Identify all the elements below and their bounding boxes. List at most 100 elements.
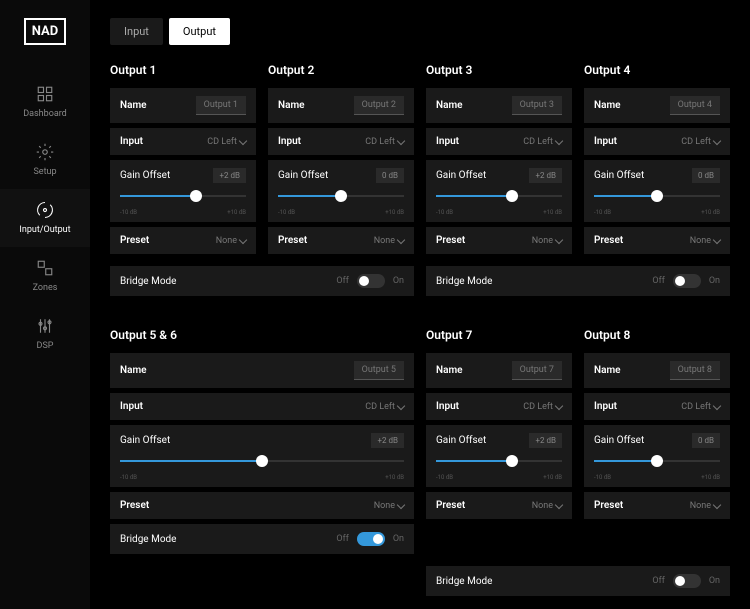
output-card: Output 7 Name Output 7 Input CD Left Gai… [426, 328, 572, 554]
tick-max: +10 dB [227, 209, 246, 216]
field-label: Preset [120, 235, 149, 246]
input-row: Input CD Left [426, 128, 572, 155]
name-row: Name Output 7 [426, 353, 572, 388]
field-label: Preset [436, 500, 465, 511]
nav-setup[interactable]: Setup [0, 131, 90, 189]
slider-thumb[interactable] [651, 455, 663, 467]
output-card: Output 4 Name Output 4 Input CD Left Gai… [584, 63, 730, 254]
preset-row: Preset None [110, 492, 414, 519]
field-label: Preset [120, 500, 149, 511]
nav-io[interactable]: Input/Output [0, 189, 90, 247]
tab-input[interactable]: Input [110, 18, 163, 45]
tick-max: +10 dB [701, 474, 720, 481]
name-input[interactable]: Output 5 [354, 361, 404, 380]
chevron-down-icon [555, 235, 563, 243]
name-input[interactable]: Output 4 [670, 96, 720, 115]
card-title: Output 7 [426, 328, 572, 342]
tick-max: +10 dB [385, 209, 404, 216]
gain-row: Gain Offset 0 dB -10 dB+10 dB [584, 425, 730, 487]
preset-row: Preset None [584, 227, 730, 254]
name-row: Name Output 8 [584, 353, 730, 388]
gain-row: Gain Offset 0 dB -10 dB+10 dB [584, 160, 730, 222]
name-input[interactable]: Output 7 [512, 361, 562, 380]
gain-slider[interactable] [278, 189, 404, 203]
preset-select[interactable]: None [374, 236, 404, 246]
tick-max: +10 dB [543, 474, 562, 481]
bridge-toggle[interactable] [357, 532, 385, 546]
toggle-off-label: Off [336, 534, 348, 544]
gain-slider[interactable] [436, 454, 562, 468]
sidebar: NAD Dashboard Setup Input/Output Zones D… [0, 0, 90, 609]
gain-slider[interactable] [436, 189, 562, 203]
nav-dsp[interactable]: DSP [0, 305, 90, 363]
tab-output[interactable]: Output [169, 18, 230, 45]
nav-dashboard[interactable]: Dashboard [0, 73, 90, 131]
input-row: Input CD Left [110, 393, 414, 420]
input-select[interactable]: CD Left [523, 137, 562, 147]
slider-thumb[interactable] [651, 190, 663, 202]
preset-select[interactable]: None [374, 501, 404, 511]
preset-select[interactable]: None [690, 236, 720, 246]
field-label: Gain Offset [594, 170, 644, 181]
card-title: Output 8 [584, 328, 730, 342]
bridge-toggle[interactable] [357, 274, 385, 288]
nav-label: Setup [33, 167, 56, 177]
gain-row: Gain Offset +2 dB -10 dB+10 dB [110, 425, 414, 487]
field-label: Input [120, 401, 143, 412]
name-input[interactable]: Output 2 [354, 96, 404, 115]
chevron-down-icon [397, 500, 405, 508]
bridge-row: Bridge Mode Off On [110, 524, 414, 554]
tick-max: +10 dB [701, 209, 720, 216]
chevron-down-icon [239, 136, 247, 144]
nav-zones[interactable]: Zones [0, 247, 90, 305]
name-input[interactable]: Output 8 [670, 361, 720, 380]
toggle-on-label: On [393, 534, 404, 544]
slider-thumb[interactable] [506, 455, 518, 467]
input-select[interactable]: CD Left [681, 137, 720, 147]
tick-min: -10 dB [594, 209, 611, 216]
chevron-down-icon [239, 235, 247, 243]
name-input[interactable]: Output 1 [196, 96, 246, 115]
bridge-row: Bridge Mode Off On [426, 566, 730, 596]
input-select[interactable]: CD Left [681, 402, 720, 412]
name-input[interactable]: Output 3 [512, 96, 562, 115]
chevron-down-icon [397, 235, 405, 243]
input-select[interactable]: CD Left [365, 137, 404, 147]
field-label: Gain Offset [436, 170, 486, 181]
gain-row: Gain Offset +2 dB -10 dB+10 dB [110, 160, 256, 222]
preset-select[interactable]: None [690, 501, 720, 511]
field-label: Input [594, 136, 617, 147]
chevron-down-icon [713, 401, 721, 409]
zones-icon [36, 259, 54, 277]
slider-thumb[interactable] [190, 190, 202, 202]
gain-slider[interactable] [120, 189, 246, 203]
sliders-icon [36, 317, 54, 335]
gain-slider[interactable] [120, 454, 404, 468]
preset-row: Preset None [110, 227, 256, 254]
card-title: Output 1 [110, 63, 256, 77]
bridge-toggle[interactable] [673, 574, 701, 588]
gain-slider[interactable] [594, 454, 720, 468]
input-select[interactable]: CD Left [207, 137, 246, 147]
tick-min: -10 dB [436, 474, 453, 481]
gain-row: Gain Offset 0 dB -10 dB+10 dB [268, 160, 414, 222]
field-label: Name [120, 100, 147, 111]
input-select[interactable]: CD Left [365, 402, 404, 412]
slider-thumb[interactable] [335, 190, 347, 202]
preset-select[interactable]: None [532, 236, 562, 246]
bridge-toggle[interactable] [673, 274, 701, 288]
card-title: Output 4 [584, 63, 730, 77]
preset-select[interactable]: None [216, 236, 246, 246]
gain-slider[interactable] [594, 189, 720, 203]
chevron-down-icon [555, 401, 563, 409]
slider-thumb[interactable] [256, 455, 268, 467]
gain-value: +2 dB [529, 168, 562, 183]
name-row: Name Output 2 [268, 88, 414, 123]
preset-select[interactable]: None [532, 501, 562, 511]
input-row: Input CD Left [426, 393, 572, 420]
field-label: Preset [594, 235, 623, 246]
slider-thumb[interactable] [506, 190, 518, 202]
field-label: Bridge Mode [436, 276, 492, 287]
preset-row: Preset None [426, 227, 572, 254]
input-select[interactable]: CD Left [523, 402, 562, 412]
